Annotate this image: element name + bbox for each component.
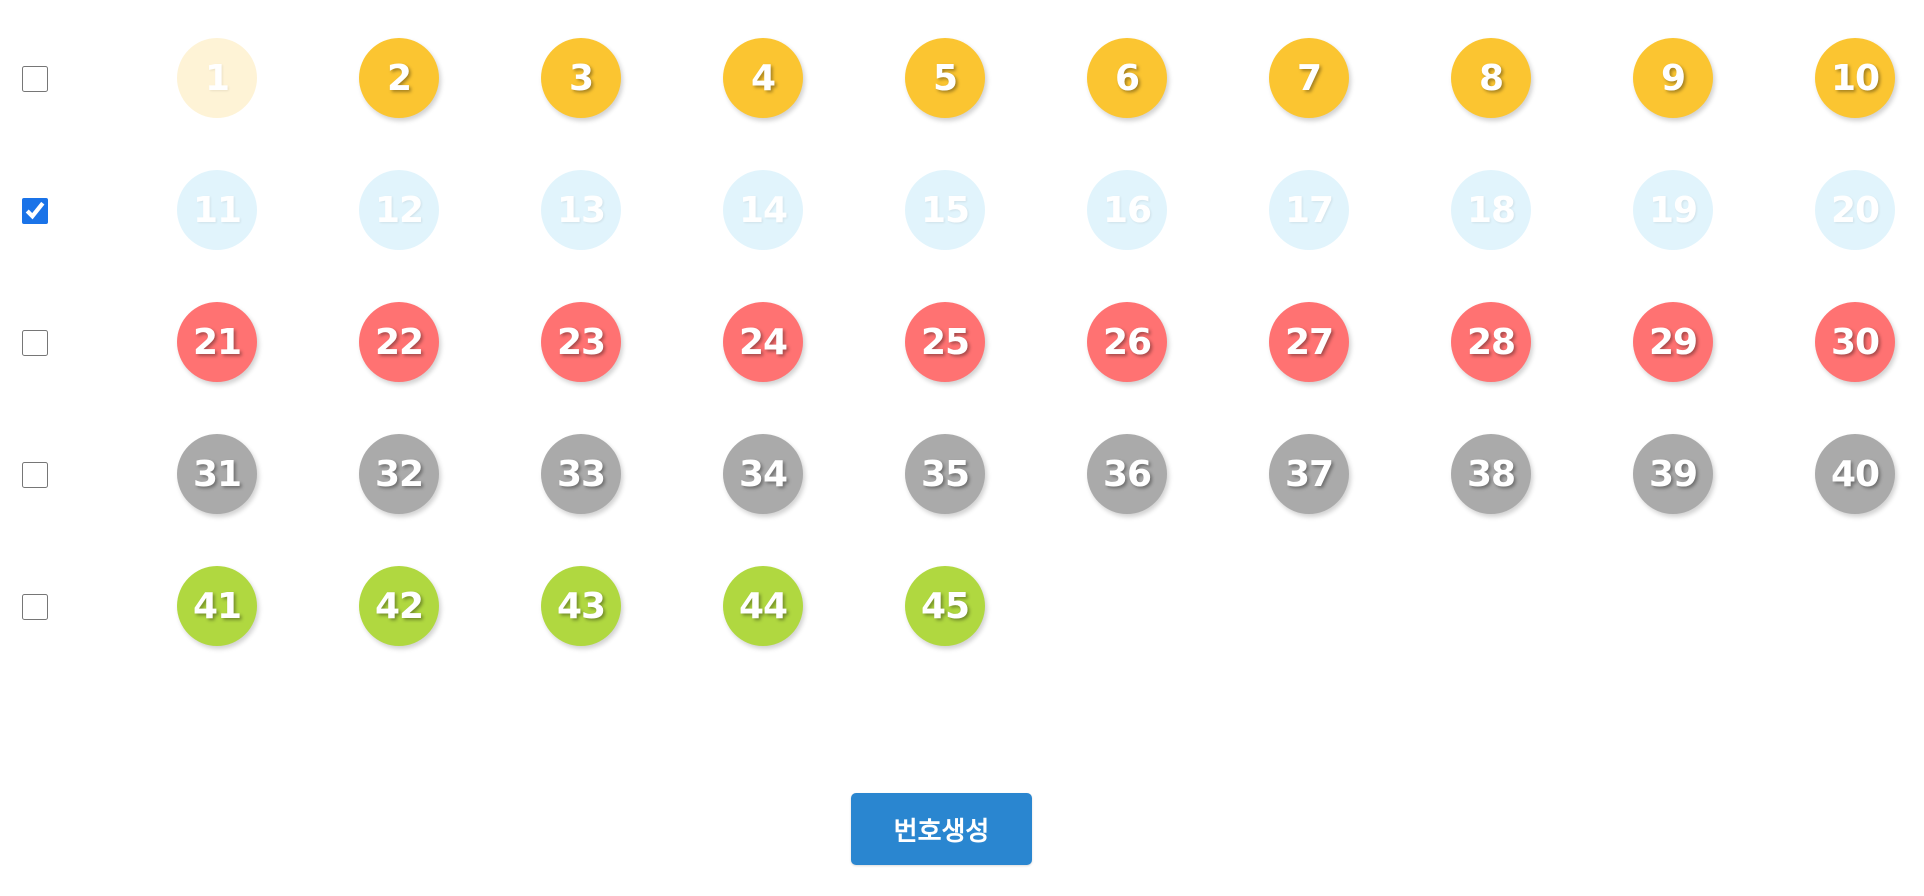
lotto-ball[interactable]: 12 — [359, 170, 439, 250]
lotto-ball[interactable]: 28 — [1451, 302, 1531, 382]
row-select-checkbox[interactable] — [22, 462, 48, 488]
lotto-ball[interactable]: 21 — [177, 302, 257, 382]
lotto-ball[interactable]: 4 — [723, 38, 803, 118]
number-row: 41 42 43 44 45 — [0, 566, 1924, 646]
row-select-checkbox[interactable] — [22, 330, 48, 356]
lotto-ball[interactable]: 8 — [1451, 38, 1531, 118]
number-row: 21 22 23 24 25 26 27 28 29 30 — [0, 302, 1924, 382]
lotto-ball[interactable]: 26 — [1087, 302, 1167, 382]
lotto-ball[interactable]: 14 — [723, 170, 803, 250]
lotto-ball[interactable]: 38 — [1451, 434, 1531, 514]
lotto-ball[interactable]: 39 — [1633, 434, 1713, 514]
row-select-checkbox[interactable] — [22, 66, 48, 92]
lotto-ball[interactable]: 37 — [1269, 434, 1349, 514]
lotto-ball[interactable]: 41 — [177, 566, 257, 646]
lotto-ball[interactable]: 10 — [1815, 38, 1895, 118]
lotto-ball[interactable]: 7 — [1269, 38, 1349, 118]
lotto-ball[interactable]: 20 — [1815, 170, 1895, 250]
number-row: 11 12 13 14 15 16 17 18 19 20 — [0, 170, 1924, 250]
lotto-ball[interactable]: 3 — [541, 38, 621, 118]
number-row: 31 32 33 34 35 36 37 38 39 40 — [0, 434, 1924, 514]
lotto-ball[interactable]: 40 — [1815, 434, 1895, 514]
lotto-ball[interactable]: 42 — [359, 566, 439, 646]
number-row: 1 2 3 4 5 6 7 8 9 10 — [0, 38, 1924, 118]
lotto-ball[interactable]: 44 — [723, 566, 803, 646]
lotto-ball[interactable]: 24 — [723, 302, 803, 382]
lotto-ball[interactable]: 32 — [359, 434, 439, 514]
lotto-ball[interactable]: 25 — [905, 302, 985, 382]
lotto-ball[interactable]: 36 — [1087, 434, 1167, 514]
lotto-ball[interactable]: 17 — [1269, 170, 1349, 250]
lotto-ball[interactable]: 34 — [723, 434, 803, 514]
row-select-checkbox[interactable] — [22, 198, 48, 224]
lotto-ball[interactable]: 43 — [541, 566, 621, 646]
lotto-ball[interactable]: 13 — [541, 170, 621, 250]
lotto-ball[interactable]: 23 — [541, 302, 621, 382]
lotto-ball[interactable]: 9 — [1633, 38, 1713, 118]
lotto-ball[interactable]: 30 — [1815, 302, 1895, 382]
lotto-ball[interactable]: 33 — [541, 434, 621, 514]
lotto-ball[interactable]: 18 — [1451, 170, 1531, 250]
lotto-ball[interactable]: 29 — [1633, 302, 1713, 382]
lotto-ball[interactable]: 15 — [905, 170, 985, 250]
lotto-ball[interactable]: 11 — [177, 170, 257, 250]
lotto-ball[interactable]: 16 — [1087, 170, 1167, 250]
lotto-ball[interactable]: 22 — [359, 302, 439, 382]
lotto-ball[interactable]: 35 — [905, 434, 985, 514]
lotto-ball[interactable]: 6 — [1087, 38, 1167, 118]
lotto-ball[interactable]: 19 — [1633, 170, 1713, 250]
lotto-ball[interactable]: 45 — [905, 566, 985, 646]
lotto-ball[interactable]: 5 — [905, 38, 985, 118]
generate-numbers-button[interactable]: 번호생성 — [851, 793, 1032, 865]
lotto-ball[interactable]: 1 — [177, 38, 257, 118]
row-select-checkbox[interactable] — [22, 594, 48, 620]
lotto-ball[interactable]: 2 — [359, 38, 439, 118]
lotto-ball[interactable]: 31 — [177, 434, 257, 514]
lotto-ball[interactable]: 27 — [1269, 302, 1349, 382]
